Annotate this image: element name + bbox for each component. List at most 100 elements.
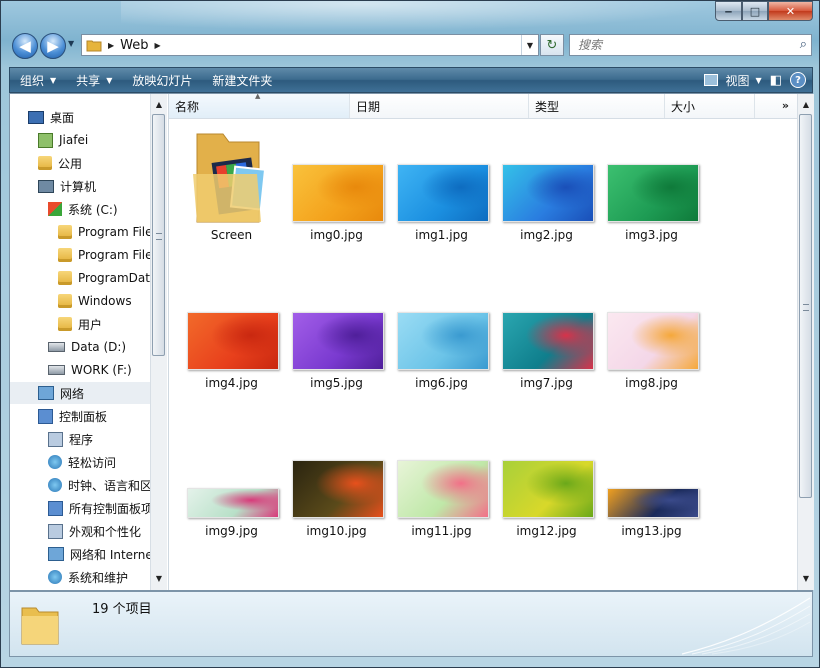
item-count: 19 个项目	[92, 602, 152, 617]
sidebar-item[interactable]: Jiafei	[38, 129, 88, 151]
back-button[interactable]: ◀	[12, 33, 38, 59]
image-file-item[interactable]: img1.jpg	[389, 118, 494, 258]
image-file-item[interactable]: img10.jpg	[284, 414, 389, 554]
image-file-item[interactable]: img0.jpg	[284, 118, 389, 258]
column-date[interactable]: 日期	[350, 94, 529, 118]
search-box[interactable]: ⌕	[569, 34, 812, 56]
sidebar-item[interactable]: 公用	[38, 152, 82, 174]
close-button[interactable]: ✕	[768, 1, 813, 21]
sidebar-item[interactable]: 所有控制面板项	[48, 497, 153, 519]
file-name-label: img13.jpg	[621, 524, 682, 538]
sidebar-item[interactable]: Program Files	[58, 221, 159, 243]
network-internet-icon	[48, 547, 64, 561]
slideshow-button[interactable]: 放映幻灯片	[122, 68, 202, 92]
column-size[interactable]: 大小	[665, 94, 755, 118]
sort-ascending-icon: ▲	[255, 92, 261, 100]
sidebar-item[interactable]: 程序	[48, 428, 93, 450]
breadcrumb-web[interactable]: Web	[120, 38, 148, 53]
scroll-up-icon[interactable]: ▲	[151, 96, 167, 112]
image-file-item[interactable]: img13.jpg	[599, 414, 704, 554]
more-columns-button[interactable]: »	[782, 99, 789, 112]
sidebar-item-label: WORK (F:)	[71, 363, 132, 377]
sidebar-item[interactable]: 网络	[10, 382, 160, 404]
content-scrollbar[interactable]: ▲ ▼	[797, 94, 814, 590]
share-menu[interactable]: 共享 ▼	[66, 68, 122, 92]
sidebar-item[interactable]: 系统和维护	[48, 566, 128, 588]
image-file-item[interactable]: img4.jpg	[179, 266, 284, 406]
recent-pages-dropdown[interactable]: ▼	[68, 39, 78, 51]
image-thumbnail	[396, 164, 489, 222]
sidebar-item-label: 所有控制面板项	[69, 501, 154, 516]
minimize-button[interactable]: ‒	[715, 1, 742, 21]
folder-icon	[58, 248, 72, 262]
file-name-label: img10.jpg	[306, 524, 367, 538]
sidebar-item[interactable]: 桌面	[28, 106, 74, 128]
scroll-down-icon[interactable]: ▼	[798, 570, 814, 586]
image-thumbnail	[186, 488, 279, 518]
image-file-item[interactable]: img3.jpg	[599, 118, 704, 258]
image-file-item[interactable]: img7.jpg	[494, 266, 599, 406]
content-scroll-thumb[interactable]	[799, 114, 812, 498]
scroll-up-icon[interactable]: ▲	[798, 96, 814, 112]
file-name-label: img5.jpg	[310, 376, 363, 390]
navigation-scroll-thumb[interactable]	[152, 114, 165, 356]
system-maintenance-icon	[48, 570, 62, 584]
sidebar-item[interactable]: Program Files	[58, 244, 159, 266]
sidebar-item-label: 轻松访问	[68, 455, 117, 470]
image-file-item[interactable]: img5.jpg	[284, 266, 389, 406]
column-name[interactable]: ▲ 名称	[169, 92, 350, 118]
sidebar-item[interactable]: Windows	[58, 290, 132, 312]
refresh-icon: ↻	[546, 37, 558, 53]
organize-menu[interactable]: 组织 ▼	[10, 68, 66, 92]
image-file-item[interactable]: img8.jpg	[599, 266, 704, 406]
view-icon[interactable]	[703, 74, 718, 86]
folder-item[interactable]: Screen	[179, 118, 284, 258]
search-icon[interactable]: ⌕	[800, 37, 807, 52]
sidebar-item-label: Program Files	[78, 225, 159, 239]
sidebar-item[interactable]: 用户	[58, 313, 102, 335]
refresh-button[interactable]: ↻	[540, 34, 564, 56]
column-type[interactable]: 类型	[529, 94, 665, 118]
forward-button[interactable]: ▶	[40, 33, 66, 59]
breadcrumb-separator-icon[interactable]: ▶	[108, 41, 114, 50]
sidebar-item[interactable]: 网络和 Internet	[48, 543, 157, 565]
sidebar-item[interactable]: 外观和个性化	[48, 520, 141, 542]
image-file-item[interactable]: img12.jpg	[494, 414, 599, 554]
preview-pane-icon[interactable]: ◧	[770, 73, 782, 88]
maximize-icon: □	[749, 4, 761, 18]
explorer-body: 桌面 Jiafei 公用 计算机 系统 (C:) Program Files Program…	[9, 92, 814, 591]
sidebar-item[interactable]: 轻松访问	[48, 451, 116, 473]
minimize-icon: ‒	[724, 4, 733, 18]
drive-icon	[48, 365, 65, 375]
address-bar[interactable]: ▶ Web ▶ ▼	[81, 34, 539, 56]
image-thumbnail	[396, 460, 489, 518]
navigation-scrollbar[interactable]: ▲ ▼	[150, 94, 167, 590]
image-file-item[interactable]: img9.jpg	[179, 414, 284, 554]
image-file-item[interactable]: img6.jpg	[389, 266, 494, 406]
image-file-item[interactable]: img11.jpg	[389, 414, 494, 554]
file-name-label: img9.jpg	[205, 524, 258, 538]
control-panel-icon	[38, 408, 53, 424]
search-input[interactable]	[576, 37, 790, 53]
help-icon: ?	[795, 74, 801, 86]
image-thumbnail	[606, 164, 699, 222]
sidebar-item[interactable]: 控制面板	[38, 405, 107, 427]
address-dropdown-icon[interactable]: ▼	[521, 35, 538, 55]
sidebar-item[interactable]: 计算机	[38, 175, 96, 197]
new-folder-button[interactable]: 新建文件夹	[202, 68, 282, 92]
scroll-down-icon[interactable]: ▼	[151, 570, 167, 586]
image-file-item[interactable]: img2.jpg	[494, 118, 599, 258]
maximize-button[interactable]: □	[742, 1, 768, 21]
sidebar-item[interactable]: 系统 (C:)	[48, 198, 118, 220]
sidebar-item[interactable]: 时钟、语言和区域	[48, 474, 160, 496]
sidebar-item[interactable]: WORK (F:)	[48, 359, 132, 381]
sidebar-item[interactable]: Data (D:)	[48, 336, 126, 358]
help-button[interactable]: ?	[790, 72, 806, 88]
user-folder-icon	[38, 132, 53, 148]
view-menu[interactable]: 视图 ▼	[726, 68, 762, 92]
image-thumbnail	[291, 460, 384, 518]
sidebar-item[interactable]: ProgramData	[58, 267, 157, 289]
column-size-label: 大小	[671, 99, 696, 114]
file-name-label: img8.jpg	[625, 376, 678, 390]
breadcrumb-separator-icon[interactable]: ▶	[155, 41, 161, 50]
